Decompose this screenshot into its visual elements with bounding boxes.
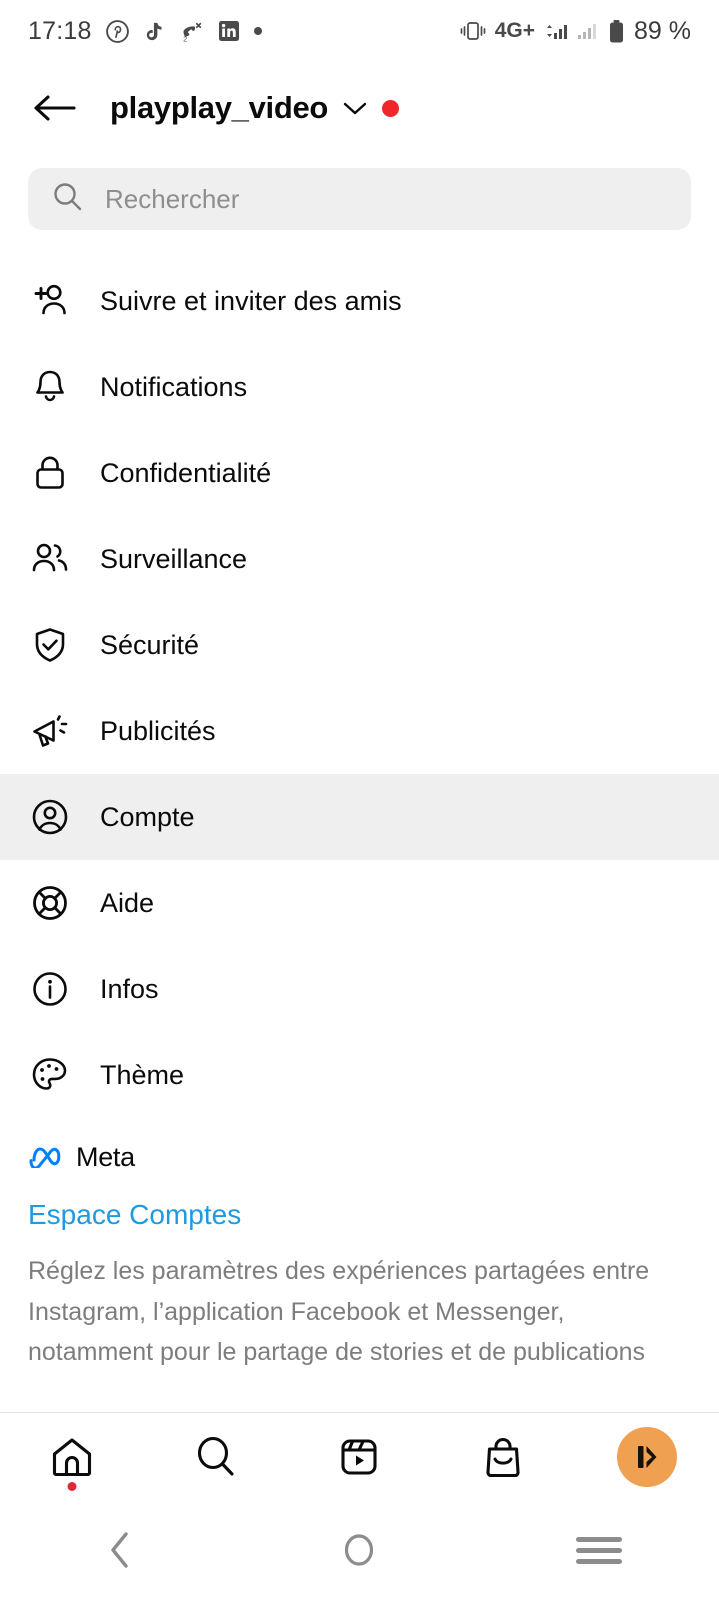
status-time: 17:18: [28, 16, 92, 45]
menu-item-label: Suivre et inviter des amis: [100, 285, 402, 316]
menu-item-account[interactable]: Compte: [0, 774, 719, 860]
meta-brand: Meta: [28, 1142, 691, 1173]
status-badge: [382, 99, 400, 117]
search-input[interactable]: Rechercher: [28, 168, 691, 230]
menu-item-label: Compte: [100, 801, 195, 832]
page-title: playplay_video: [110, 90, 329, 125]
linkedin-icon: [217, 19, 241, 43]
menu-item-supervision[interactable]: Surveillance: [0, 516, 719, 602]
search-icon: [52, 181, 83, 217]
shield-check-icon: [28, 623, 72, 667]
chevron-down-icon[interactable]: [342, 100, 368, 116]
nav-recents-icon: [576, 1531, 623, 1570]
menu-item-label: Publicités: [100, 715, 216, 746]
menu-item-label: Notifications: [100, 371, 248, 402]
espace-comptes-link[interactable]: Espace Comptes: [28, 1199, 691, 1231]
nav-shop-button[interactable]: [463, 1425, 543, 1489]
shop-bag-icon: [486, 1437, 520, 1477]
status-bar-left: 17:18 2: [28, 17, 262, 46]
home-icon: [52, 1437, 91, 1476]
menu-item-ads[interactable]: Publicités: [0, 688, 719, 774]
network-label: 4G+: [494, 19, 536, 42]
account-switcher[interactable]: playplay_video: [110, 90, 400, 126]
nav-search-button[interactable]: [176, 1425, 256, 1489]
signal-bars-2-icon: [577, 20, 599, 42]
settings-menu: Suivre et inviter des amis Notifications…: [0, 258, 719, 1118]
nav-back-icon: [111, 1532, 128, 1568]
meta-section: Meta Espace Comptes Réglez les paramètre…: [0, 1118, 719, 1370]
menu-item-notifications[interactable]: Notifications: [0, 344, 719, 430]
menu-item-label: Infos: [100, 973, 159, 1004]
profile-avatar-glyph: [638, 1445, 657, 1468]
people-icon: [28, 537, 72, 581]
account-circle-icon: [28, 795, 72, 839]
menu-item-info[interactable]: Infos: [0, 946, 719, 1032]
pinterest-icon: [105, 19, 130, 44]
menu-item-security[interactable]: Sécurité: [0, 602, 719, 688]
svg-text:2: 2: [183, 34, 187, 43]
reels-icon: [341, 1438, 378, 1475]
search-icon: [197, 1436, 234, 1476]
avatar: [617, 1426, 678, 1487]
nav-home-button[interactable]: [32, 1425, 112, 1491]
bottom-navigation: [0, 1412, 719, 1500]
search-section: Rechercher: [0, 154, 719, 230]
menu-item-label: Sécurité: [100, 629, 200, 660]
vibrate-icon: [460, 20, 486, 42]
android-navigation-bar: [0, 1500, 719, 1600]
menu-item-invite-friends[interactable]: Suivre et inviter des amis: [0, 258, 719, 344]
menu-item-privacy[interactable]: Confidentialité: [0, 430, 719, 516]
lock-icon: [28, 451, 72, 495]
menu-item-label: Surveillance: [100, 543, 248, 574]
arrow-left-icon: [34, 95, 76, 121]
battery-icon: [608, 19, 625, 44]
battery-percent: 89 %: [634, 16, 691, 45]
android-back-button[interactable]: [75, 1520, 165, 1580]
more-dot-icon: [253, 27, 262, 35]
menu-item-theme[interactable]: Thème: [0, 1032, 719, 1118]
info-circle-icon: [28, 967, 72, 1011]
megaphone-icon: [28, 709, 72, 753]
palette-icon: [28, 1053, 72, 1097]
menu-item-help[interactable]: Aide: [0, 860, 719, 946]
meta-infinity-icon: [28, 1142, 64, 1173]
nav-home-icon: [345, 1534, 374, 1566]
menu-item-label: Aide: [100, 887, 155, 918]
android-home-button[interactable]: [314, 1520, 404, 1580]
missed-call-icon: 2: [179, 19, 204, 44]
meta-wordmark: Meta: [76, 1142, 135, 1172]
life-ring-icon: [28, 881, 72, 925]
menu-item-label: Confidentialité: [100, 457, 272, 488]
status-bar-right: 4G+ 89 %: [460, 17, 691, 46]
android-recents-button[interactable]: [554, 1520, 644, 1580]
nav-reels-button[interactable]: [319, 1425, 399, 1489]
home-badge-dot: [67, 1481, 77, 1491]
app-header: playplay_video: [0, 62, 719, 154]
meta-description: Réglez les paramètres des expériences pa…: [28, 1257, 650, 1366]
signal-bars-icon: [544, 20, 568, 42]
tiktok-icon: [143, 19, 166, 44]
search-placeholder: Rechercher: [105, 183, 240, 214]
bell-icon: [28, 365, 72, 409]
nav-profile-button[interactable]: [607, 1425, 687, 1489]
menu-item-label: Thème: [100, 1059, 185, 1090]
phone-screen: 17:18 2 4G+ 89 % playplay_video Recherch…: [0, 0, 719, 1600]
person-add-icon: [28, 279, 72, 323]
back-button[interactable]: [28, 82, 80, 134]
status-bar: 17:18 2 4G+ 89 %: [0, 0, 719, 62]
